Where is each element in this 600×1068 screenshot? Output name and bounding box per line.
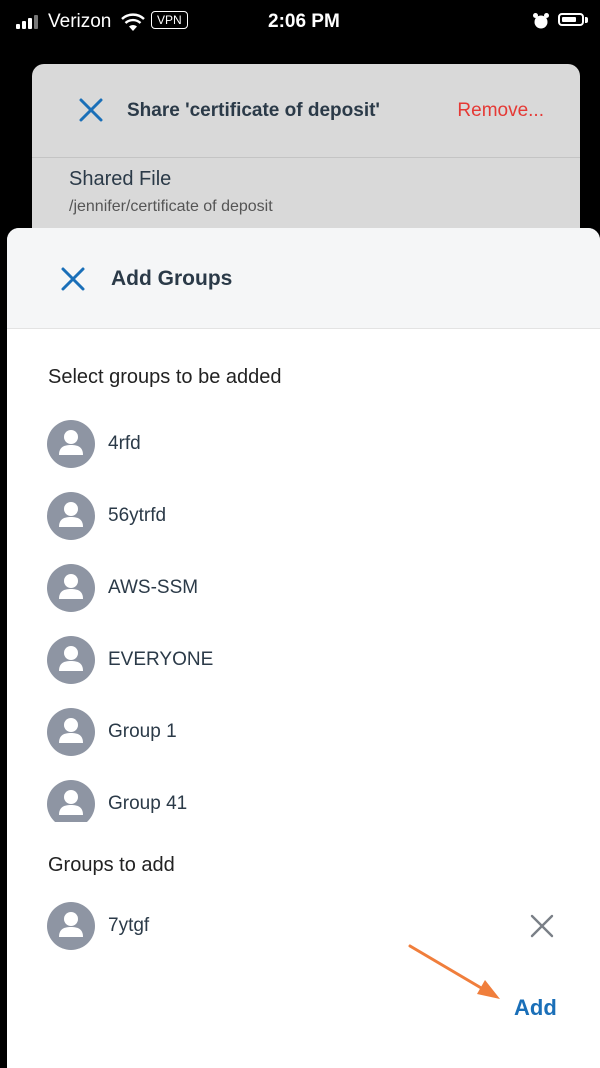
close-icon[interactable] — [78, 97, 104, 123]
add-button[interactable]: Add — [514, 995, 557, 1021]
groups-to-add-label: Groups to add — [48, 854, 175, 876]
user-avatar-icon — [47, 708, 95, 756]
divider — [32, 157, 580, 158]
status-time: 2:06 PM — [268, 11, 340, 32]
remove-button[interactable]: Remove... — [457, 100, 544, 122]
group-list[interactable]: 4rfd 56ytrfd AWS-SSM EVERYONE Group 1 Gr… — [7, 408, 600, 822]
close-icon[interactable] — [60, 266, 86, 292]
carrier-name: Verizon — [48, 11, 112, 32]
user-avatar-icon — [47, 564, 95, 612]
group-item-group-1[interactable]: Group 1 — [47, 708, 527, 756]
shared-file-path: /jennifer/certificate of deposit — [69, 198, 273, 215]
status-bar: Verizon VPN 2:06 PM — [0, 0, 600, 46]
select-groups-label: Select groups to be added — [48, 366, 282, 388]
add-groups-title: Add Groups — [111, 267, 233, 290]
user-avatar-icon — [47, 492, 95, 540]
user-avatar-icon — [47, 420, 95, 468]
alarm-icon — [533, 13, 549, 29]
add-groups-header: Add Groups — [7, 228, 600, 329]
group-name: Group 1 — [108, 721, 177, 742]
selected-group-7ytgf: 7ytgf — [47, 902, 567, 950]
group-name: 56ytrfd — [108, 505, 167, 526]
add-groups-sheet: Add Groups Select groups to be added 4rf… — [7, 228, 600, 1068]
signal-icon — [16, 15, 42, 29]
user-avatar-icon — [47, 780, 95, 822]
group-item-everyone[interactable]: EVERYONE — [47, 636, 527, 684]
share-dialog-title: Share 'certificate of deposit' — [127, 100, 380, 121]
close-icon[interactable] — [529, 913, 555, 939]
group-name: AWS-SSM — [108, 577, 199, 598]
share-dialog-header: Share 'certificate of deposit' Remove... — [32, 64, 580, 157]
battery-icon — [558, 13, 584, 26]
user-avatar-icon — [47, 636, 95, 684]
wifi-icon — [121, 13, 145, 31]
group-name: 7ytgf — [108, 915, 150, 936]
group-name: EVERYONE — [108, 649, 214, 670]
group-item-4rfd[interactable]: 4rfd — [47, 420, 527, 468]
group-name: Group 41 — [108, 793, 188, 814]
group-item-aws-ssm[interactable]: AWS-SSM — [47, 564, 527, 612]
shared-file-label: Shared File — [69, 168, 172, 190]
user-avatar-icon — [47, 902, 95, 950]
battery-tip — [585, 17, 588, 23]
group-item-group-41[interactable]: Group 41 — [47, 780, 527, 822]
group-item-56ytrfd[interactable]: 56ytrfd — [47, 492, 527, 540]
vpn-badge: VPN — [151, 11, 188, 29]
group-name: 4rfd — [108, 433, 141, 454]
